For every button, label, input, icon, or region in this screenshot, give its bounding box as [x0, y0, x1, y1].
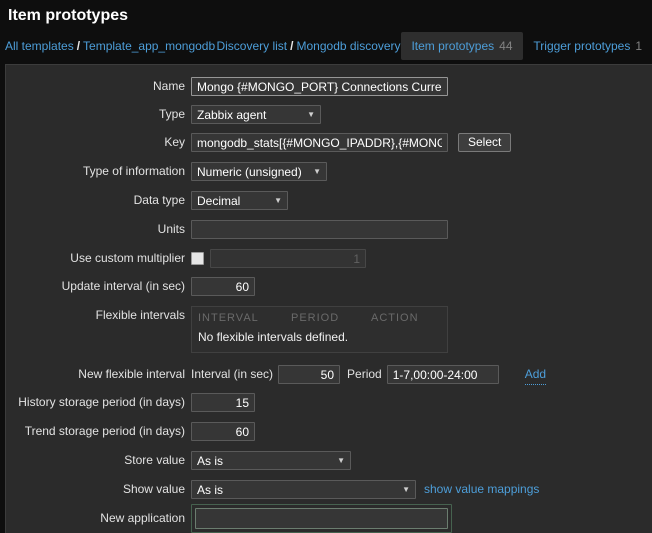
- flexible-intervals-table-header: INTERVAL PERIOD ACTION: [192, 307, 447, 326]
- units-label: Units: [0, 220, 185, 239]
- type-of-information-select-value: Numeric (unsigned): [197, 165, 302, 179]
- breadcrumb-link-discovery-list[interactable]: Discovery list: [216, 39, 287, 53]
- type-of-information-select[interactable]: Numeric (unsigned) ▼: [191, 162, 327, 181]
- form-row-store-value: Store value As is ▼: [0, 451, 652, 470]
- history-storage-label: History storage period (in days): [0, 393, 185, 412]
- type-select[interactable]: Zabbix agent ▼: [191, 105, 321, 124]
- breadcrumb-discovery-path: Discovery list / Mongodb discovery: [216, 39, 400, 53]
- breadcrumb-link-template-app-mongodb[interactable]: Template_app_mongodb: [83, 39, 215, 53]
- form-row-name: Name: [0, 77, 652, 96]
- breadcrumb-separator: /: [77, 39, 80, 53]
- flexible-intervals-empty-text: No flexible intervals defined.: [192, 326, 447, 352]
- form-row-flexible-intervals: Flexible intervals INTERVAL PERIOD ACTIO…: [0, 306, 652, 353]
- breadcrumb-link-mongodb-discovery[interactable]: Mongodb discovery: [297, 39, 401, 53]
- tab-trigger-prototypes-label[interactable]: Trigger prototypes: [533, 39, 630, 53]
- form-row-key: Key Select: [0, 133, 652, 152]
- name-label: Name: [0, 77, 185, 96]
- page-title: Item prototypes: [8, 7, 128, 25]
- store-value-select-value: As is: [197, 454, 223, 468]
- use-custom-multiplier-checkbox[interactable]: [191, 252, 204, 265]
- form-row-use-custom-multiplier: Use custom multiplier: [0, 249, 652, 268]
- new-flexible-interval-period-label: Period: [347, 365, 382, 384]
- trend-storage-label: Trend storage period (in days): [0, 422, 185, 441]
- chevron-down-icon: ▼: [402, 485, 410, 494]
- form-row-data-type: Data type Decimal ▼: [0, 191, 652, 210]
- key-label: Key: [0, 133, 185, 152]
- form-row-type-of-information: Type of information Numeric (unsigned) ▼: [0, 162, 652, 181]
- column-header-interval: INTERVAL: [198, 312, 291, 324]
- key-select-button[interactable]: Select: [458, 133, 511, 152]
- breadcrumb-separator: /: [290, 39, 293, 53]
- trend-storage-input[interactable]: [191, 422, 255, 441]
- show-value-select[interactable]: As is ▼: [191, 480, 416, 499]
- new-flexible-interval-period-input[interactable]: [387, 365, 499, 384]
- tab-trigger-prototypes[interactable]: Trigger prototypes 1: [523, 32, 652, 60]
- history-storage-input[interactable]: [191, 393, 255, 412]
- type-label: Type: [0, 105, 185, 124]
- show-value-label: Show value: [0, 480, 185, 499]
- tab-item-prototypes[interactable]: Item prototypes 44: [401, 32, 522, 60]
- form-row-update-interval: Update interval (in sec): [0, 277, 652, 296]
- form-row-trend-storage: Trend storage period (in days): [0, 422, 652, 441]
- tab-trigger-prototypes-count: 1: [635, 39, 642, 53]
- show-value-select-value: As is: [197, 483, 223, 497]
- update-interval-input[interactable]: [191, 277, 255, 296]
- custom-multiplier-input[interactable]: [210, 249, 366, 268]
- name-input[interactable]: [191, 77, 448, 96]
- add-flexible-interval-link[interactable]: Add: [525, 365, 546, 385]
- show-value-mappings-link[interactable]: show value mappings: [424, 480, 539, 499]
- new-flexible-interval-label: New flexible interval: [0, 365, 185, 384]
- form-row-new-application: New application: [0, 504, 652, 533]
- chevron-down-icon: ▼: [274, 196, 282, 205]
- breadcrumb: All templates / Template_app_mongodb Dis…: [5, 31, 652, 61]
- breadcrumb-link-all-templates[interactable]: All templates: [5, 39, 74, 53]
- new-application-field-outline: [191, 504, 452, 533]
- form-row-show-value: Show value As is ▼ show value mappings: [0, 480, 652, 499]
- flexible-intervals-label: Flexible intervals: [0, 306, 185, 325]
- update-interval-label: Update interval (in sec): [0, 277, 185, 296]
- form-row-new-flexible-interval: New flexible interval Interval (in sec) …: [0, 365, 652, 385]
- new-flexible-interval-input[interactable]: [278, 365, 340, 384]
- column-header-period: PERIOD: [291, 312, 371, 324]
- breadcrumb-template-path: All templates / Template_app_mongodb: [5, 39, 215, 53]
- new-flexible-interval-interval-label: Interval (in sec): [191, 365, 273, 384]
- key-input[interactable]: [191, 133, 448, 152]
- chevron-down-icon: ▼: [313, 167, 321, 176]
- use-custom-multiplier-label: Use custom multiplier: [0, 249, 185, 268]
- form-row-history-storage: History storage period (in days): [0, 393, 652, 412]
- flexible-intervals-table: INTERVAL PERIOD ACTION No flexible inter…: [191, 306, 448, 353]
- tab-item-prototypes-count: 44: [499, 39, 512, 53]
- store-value-label: Store value: [0, 451, 185, 470]
- column-header-action: ACTION: [371, 312, 419, 324]
- new-application-label: New application: [0, 504, 185, 533]
- type-select-value: Zabbix agent: [197, 108, 266, 122]
- data-type-label: Data type: [0, 191, 185, 210]
- data-type-select-value: Decimal: [197, 194, 240, 208]
- store-value-select[interactable]: As is ▼: [191, 451, 351, 470]
- data-type-select[interactable]: Decimal ▼: [191, 191, 288, 210]
- new-application-input[interactable]: [195, 508, 448, 529]
- form-row-type: Type Zabbix agent ▼: [0, 105, 652, 124]
- form-row-units: Units: [0, 220, 652, 239]
- type-of-information-label: Type of information: [0, 162, 185, 181]
- chevron-down-icon: ▼: [337, 456, 345, 465]
- chevron-down-icon: ▼: [307, 110, 315, 119]
- tab-item-prototypes-label[interactable]: Item prototypes: [411, 39, 494, 53]
- item-prototypes-page: Item prototypes All templates / Template…: [0, 0, 652, 533]
- units-input[interactable]: [191, 220, 448, 239]
